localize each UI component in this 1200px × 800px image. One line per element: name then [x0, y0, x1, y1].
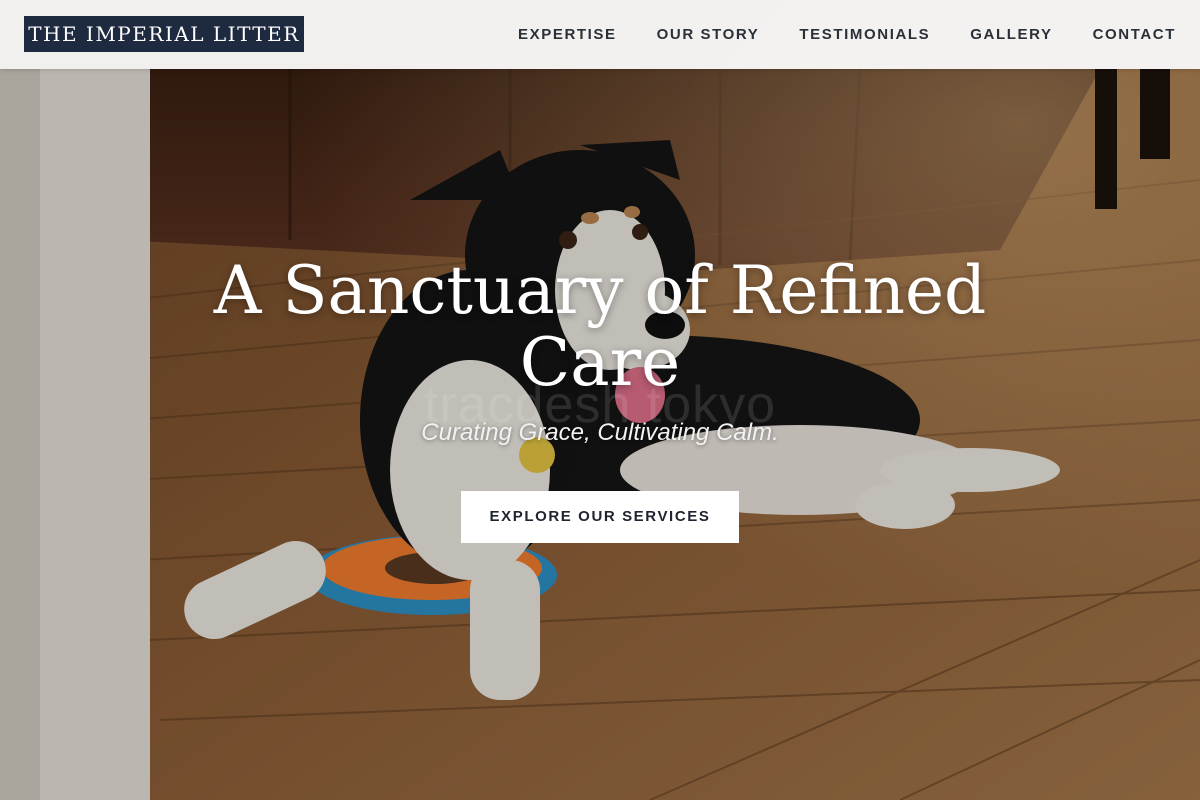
hero-title: A Sanctuary of Refined Care	[213, 252, 987, 401]
hero-content: A Sanctuary of Refined Care Curating Gra…	[0, 255, 1200, 543]
nav-link-gallery[interactable]: GALLERY	[970, 26, 1052, 43]
explore-services-button[interactable]: EXPLORE OUR SERVICES	[461, 491, 739, 543]
nav-link-contact[interactable]: CONTACT	[1093, 26, 1176, 43]
brand-logo[interactable]: THE IMPERIAL LITTER	[24, 16, 304, 52]
nav-link-testimonials[interactable]: TESTIMONIALS	[799, 26, 930, 43]
nav-link-our-story[interactable]: OUR STORY	[657, 26, 760, 43]
nav-link-expertise[interactable]: EXPERTISE	[518, 26, 617, 43]
hero-subtitle: Curating Grace, Cultivating Calm.	[421, 419, 779, 446]
site-header: THE IMPERIAL LITTER EXPERTISE OUR STORY …	[0, 0, 1200, 69]
main-nav: EXPERTISE OUR STORY TESTIMONIALS GALLERY…	[518, 0, 1176, 69]
